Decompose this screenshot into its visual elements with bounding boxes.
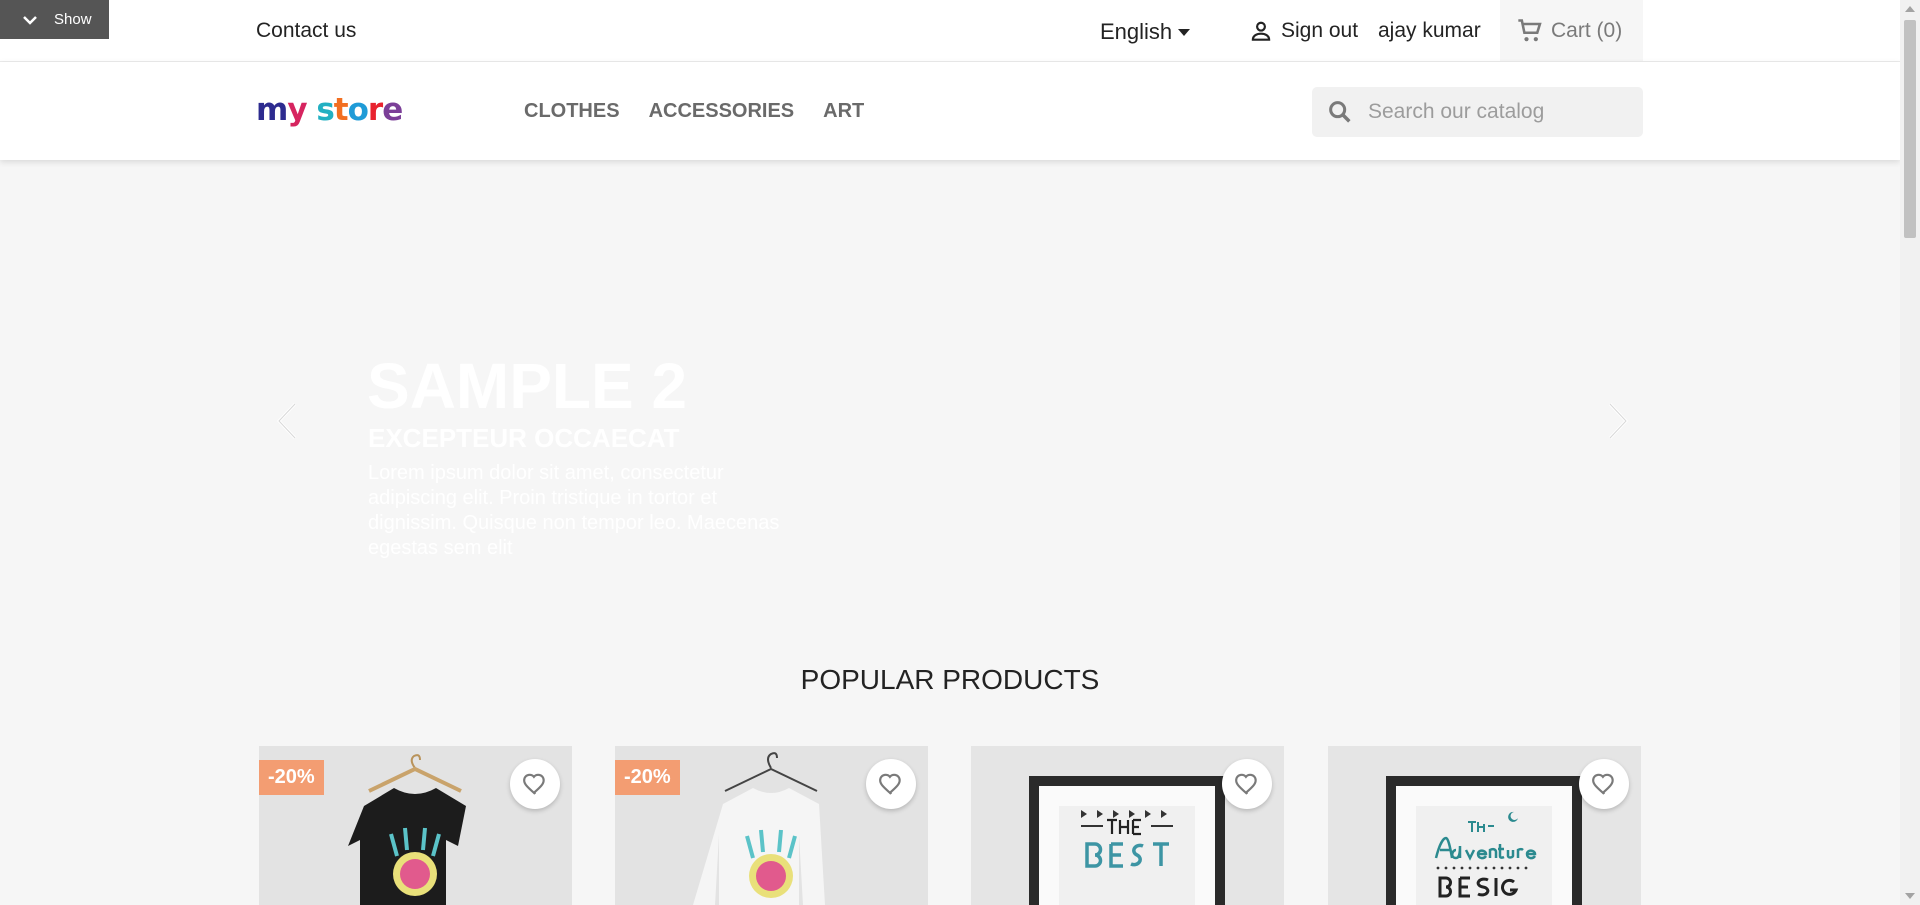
cart-button[interactable]: Cart (0): [1500, 0, 1643, 61]
discount-badge: -20%: [615, 760, 680, 795]
heart-outline-icon: [1235, 773, 1257, 795]
logo-letter: t: [333, 92, 349, 128]
debug-show-label: Show: [54, 11, 92, 28]
wishlist-button[interactable]: [1579, 759, 1629, 809]
logo-letter: r: [367, 92, 383, 128]
page-scrollbar[interactable]: [1900, 0, 1920, 905]
carousel-next-arrow[interactable]: [1604, 401, 1630, 446]
triangle-up-icon: [1905, 6, 1915, 12]
language-label: English: [1100, 19, 1173, 44]
heart-outline-icon: [1592, 773, 1614, 795]
language-selector[interactable]: English: [1100, 19, 1191, 45]
debug-show-toggle[interactable]: Show: [0, 0, 109, 39]
sign-out-link[interactable]: Sign out: [1248, 18, 1358, 44]
wishlist-button[interactable]: [1222, 759, 1272, 809]
account-name-link[interactable]: ajay kumar: [1378, 19, 1481, 43]
chevron-left-icon: [276, 402, 297, 440]
nav-art[interactable]: ART: [823, 100, 864, 123]
popular-products-heading: POPULAR PRODUCTS: [800, 664, 1100, 695]
logo-letter: m: [256, 92, 288, 128]
scroll-up-arrow[interactable]: [1900, 0, 1920, 18]
scroll-down-arrow[interactable]: [1900, 887, 1920, 905]
logo-space: [307, 92, 317, 128]
slide-description: Lorem ipsum dolor sit amet, consectetur …: [368, 462, 780, 559]
logo-letter: s: [316, 92, 334, 128]
scroll-thumb[interactable]: [1904, 20, 1916, 238]
search-icon[interactable]: [1326, 98, 1354, 126]
heart-outline-icon: [879, 773, 901, 795]
hero-carousel: SAMPLE 2 EXCEPTEUR OCCAECAT Lorem ipsum …: [0, 161, 1900, 631]
cart-icon: [1518, 18, 1542, 41]
person-icon: [1251, 21, 1271, 41]
contact-us-link[interactable]: Contact us: [256, 19, 356, 43]
wishlist-button[interactable]: [866, 759, 916, 809]
product-card[interactable]: [1328, 746, 1641, 905]
slide-title: SAMPLE 2: [367, 350, 688, 422]
cart-label: Cart: [1551, 18, 1591, 42]
triangle-down-icon: [1905, 893, 1915, 899]
caret-down-icon: [1178, 28, 1191, 36]
product-card[interactable]: -20%: [615, 746, 928, 905]
main-header: my store CLOTHES ACCESSORIES ART: [0, 62, 1900, 160]
wishlist-button[interactable]: [510, 759, 560, 809]
product-card[interactable]: [971, 746, 1284, 905]
logo-letter: e: [382, 92, 403, 128]
product-card[interactable]: -20%: [259, 746, 572, 905]
cart-count: (0): [1596, 18, 1623, 42]
heart-outline-icon: [523, 773, 545, 795]
top-bar: Show Contact us English Sign out ajay ku…: [0, 0, 1900, 62]
logo-letter: y: [287, 92, 307, 128]
sign-out-label: Sign out: [1281, 19, 1359, 42]
discount-badge: -20%: [259, 760, 324, 795]
chevron-down-icon: [22, 14, 38, 26]
logo-letter: o: [347, 92, 369, 128]
search-box: [1312, 87, 1643, 137]
main-nav: CLOTHES ACCESSORIES ART: [524, 100, 864, 123]
slide-subtitle: EXCEPTEUR OCCAECAT: [368, 423, 680, 453]
nav-accessories[interactable]: ACCESSORIES: [649, 100, 795, 123]
search-input[interactable]: [1366, 99, 1630, 125]
nav-clothes[interactable]: CLOTHES: [524, 100, 620, 123]
chevron-right-icon: [1608, 402, 1629, 440]
store-logo[interactable]: my store: [256, 92, 403, 128]
carousel-prev-arrow[interactable]: [275, 401, 301, 446]
